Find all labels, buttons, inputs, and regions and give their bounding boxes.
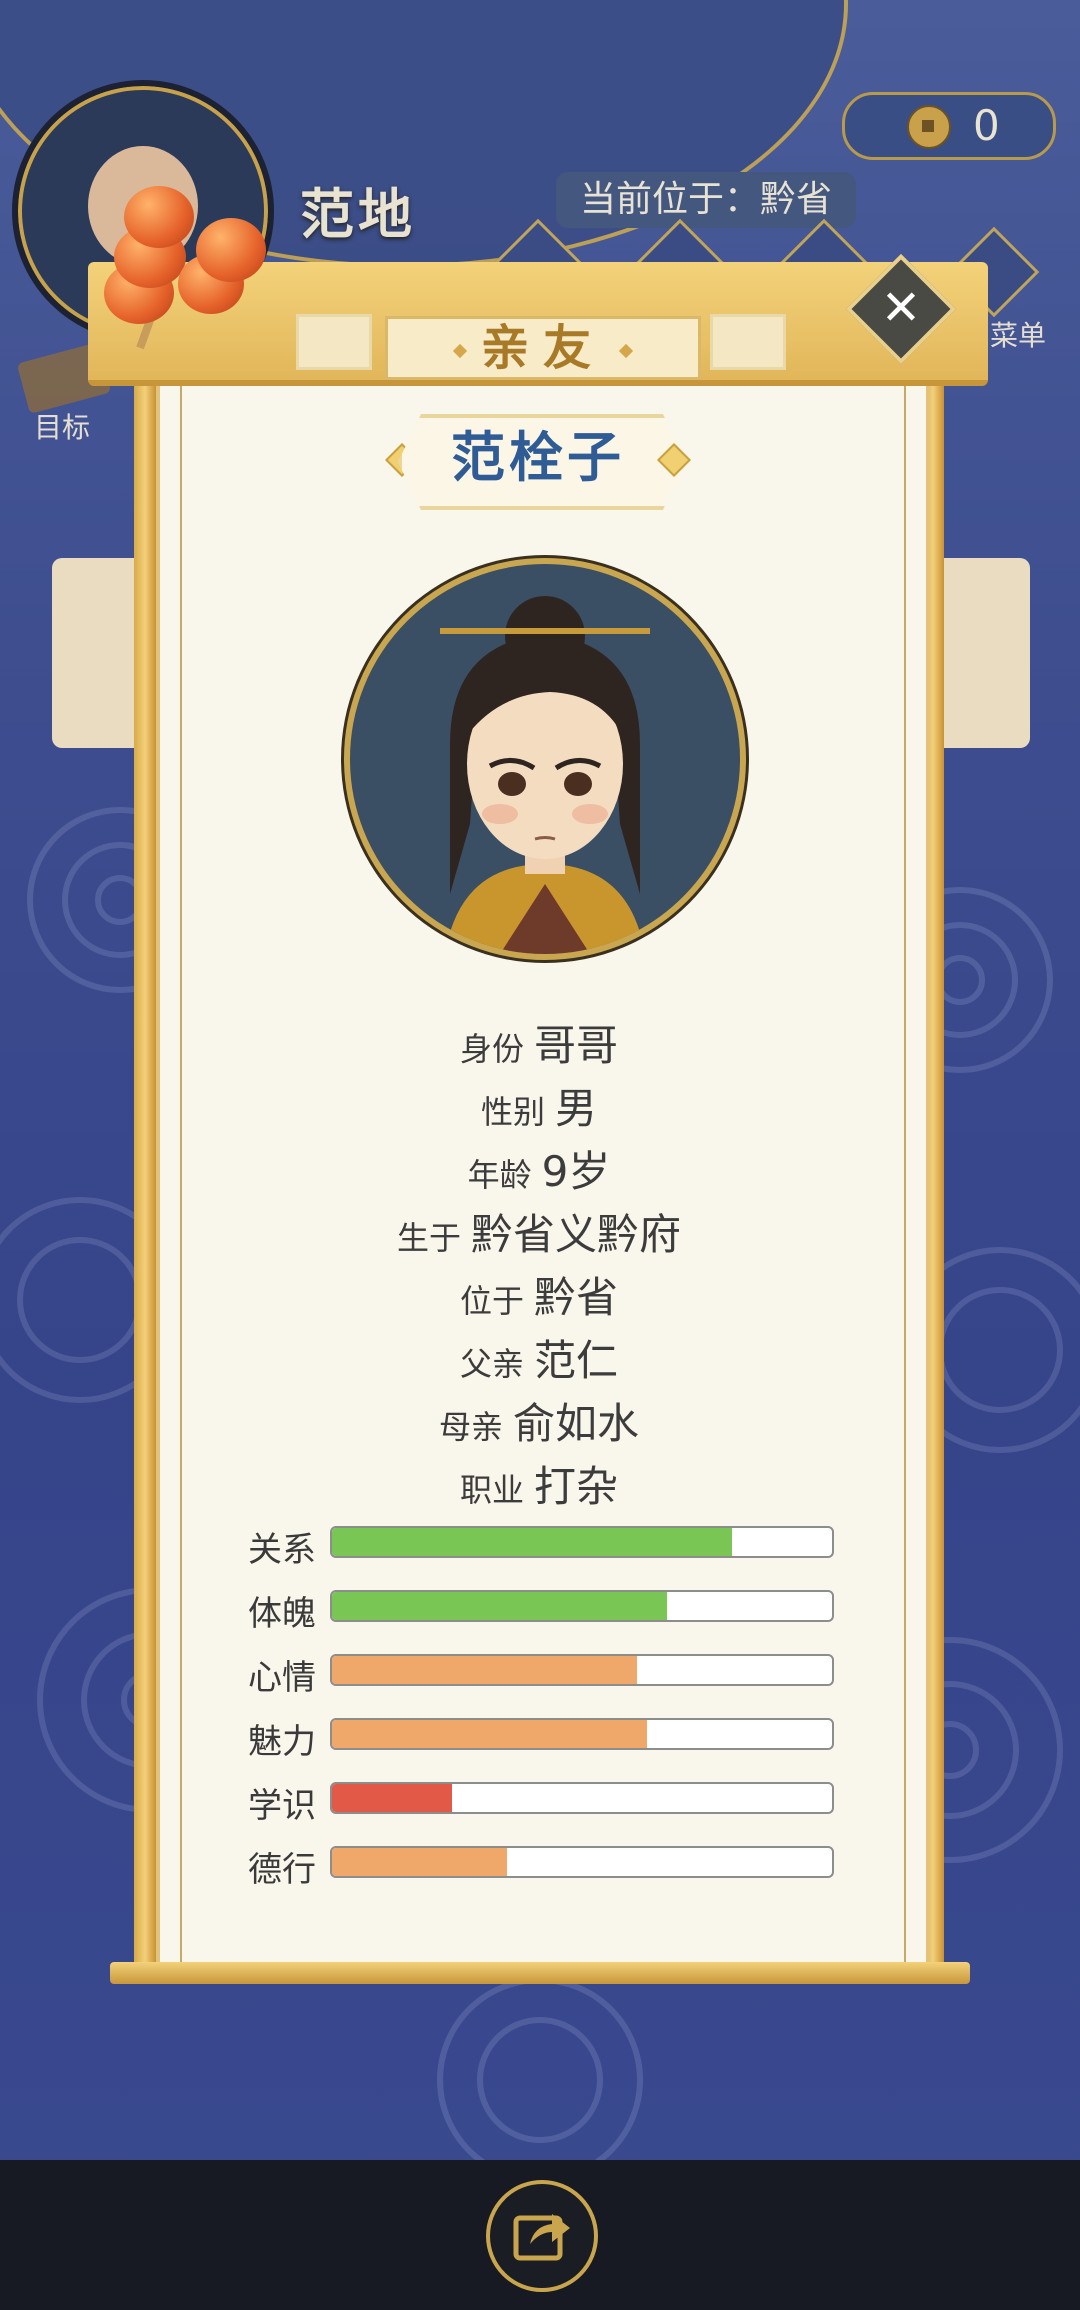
dialog-bottom-rod <box>110 1962 970 1984</box>
info-row-age: 年龄 9岁 <box>156 1138 922 1199</box>
info-key: 父亲 <box>459 1345 524 1383</box>
info-key: 身份 <box>459 1030 524 1068</box>
background-card-right <box>930 558 1030 748</box>
info-key: 生于 <box>396 1219 461 1257</box>
info-row-gender: 性别男 <box>156 1075 922 1136</box>
stat-label-physique: 体魄 <box>248 1594 316 1634</box>
info-row-location: 位于 黔省 <box>156 1264 922 1325</box>
stat-label-mood: 心情 <box>248 1658 316 1698</box>
coin-count: 0 <box>973 101 1000 150</box>
info-value: 男 <box>555 1084 598 1133</box>
info-key: 性别 <box>480 1093 545 1131</box>
share-button[interactable] <box>486 2180 598 2292</box>
stat-label-relationship: 关系 <box>248 1530 316 1570</box>
info-row-birthplace: 生于 黔省义黔府 <box>156 1201 922 1262</box>
info-row-father: 父亲 范仁 <box>156 1327 922 1388</box>
fruit-5 <box>196 218 266 282</box>
info-row-identity: 身份 哥哥 <box>156 1012 922 1073</box>
scroll-rod-left <box>134 375 156 1965</box>
character-portrait <box>344 558 746 960</box>
info-key: 年龄 <box>467 1156 532 1194</box>
info-value: 9岁 <box>541 1147 611 1196</box>
dialog-title-text: 亲友 <box>480 320 605 376</box>
header-ornament-left <box>296 314 372 370</box>
stat-fill <box>332 1784 452 1812</box>
character-name: 范栓子 <box>451 426 625 489</box>
header-ornament-right <box>710 314 786 370</box>
coin-counter: 0 <box>842 92 1056 160</box>
info-value: 打杂 <box>534 1462 619 1511</box>
coin-icon <box>907 105 951 149</box>
title-dot-left <box>452 343 468 359</box>
target-label[interactable]: 目标 <box>34 406 90 446</box>
stat-fill <box>332 1528 732 1556</box>
title-dot-right <box>618 343 634 359</box>
stat-fill <box>332 1848 507 1876</box>
stat-bar-virtue <box>330 1846 834 1878</box>
stat-bar-mood <box>330 1654 834 1686</box>
stat-bar-relationship <box>330 1526 834 1558</box>
stat-fill <box>332 1720 647 1748</box>
info-row-occupation: 职业 打杂 <box>156 1453 922 1514</box>
stat-label-knowledge: 学识 <box>248 1786 316 1826</box>
close-icon[interactable]: ✕ <box>866 274 936 344</box>
stat-fill <box>332 1592 667 1620</box>
portrait-illustration <box>440 596 650 954</box>
stat-bar-charm <box>330 1718 834 1750</box>
share-icon <box>513 2214 570 2261</box>
info-value: 黔省义黔府 <box>471 1210 682 1259</box>
current-location: 当前位于：黔省 <box>556 172 857 228</box>
info-value: 范仁 <box>534 1336 619 1385</box>
info-value: 俞如水 <box>513 1399 640 1448</box>
menu-label[interactable]: 菜单 <box>990 314 1046 354</box>
info-row-mother: 母亲 俞如水 <box>156 1390 922 1451</box>
dialog-title: 亲友 <box>385 316 701 380</box>
stat-bar-knowledge <box>330 1782 834 1814</box>
info-value: 黔省 <box>534 1273 619 1322</box>
info-key: 职业 <box>459 1471 524 1509</box>
stat-bar-physique <box>330 1590 834 1622</box>
fruit-3 <box>124 186 194 248</box>
info-value: 哥哥 <box>534 1021 619 1070</box>
stat-label-virtue: 德行 <box>248 1850 316 1890</box>
stat-label-charm: 魅力 <box>248 1722 316 1762</box>
player-name: 范地 <box>300 183 416 246</box>
info-key: 母亲 <box>438 1408 503 1446</box>
stat-fill <box>332 1656 637 1684</box>
info-key: 位于 <box>459 1282 524 1320</box>
